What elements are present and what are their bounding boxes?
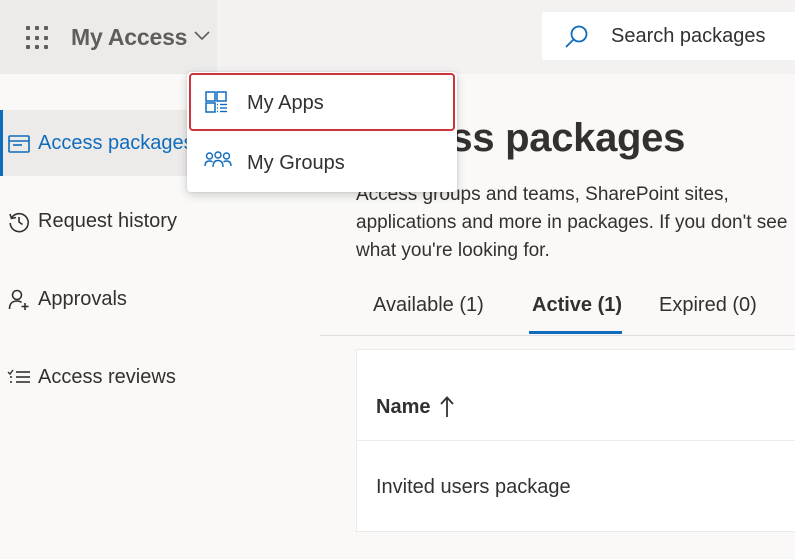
sidebar-item-label: Access packages bbox=[38, 132, 194, 154]
tab-bar: Available (1) Active (1) Expired (0) bbox=[320, 284, 795, 336]
history-icon bbox=[9, 212, 29, 233]
tab-expired[interactable]: Expired (0) bbox=[659, 294, 757, 317]
active-tab-indicator bbox=[529, 331, 622, 334]
apps-grid-icon bbox=[205, 91, 227, 113]
chevron-down-icon[interactable] bbox=[194, 30, 210, 42]
sidebar-item-access-reviews[interactable]: Access reviews bbox=[0, 344, 320, 410]
app-title[interactable]: My Access bbox=[71, 24, 187, 51]
tab-active[interactable]: Active (1) bbox=[532, 294, 622, 317]
divider bbox=[357, 440, 795, 441]
sidebar-item-request-history[interactable]: Request history bbox=[0, 188, 320, 254]
app-launcher-icon[interactable] bbox=[26, 26, 50, 50]
divider bbox=[320, 335, 795, 336]
menu-item-my-apps[interactable]: My Apps bbox=[189, 73, 455, 131]
top-bar: My Access Search packages bbox=[0, 0, 795, 74]
menu-item-label: My Apps bbox=[247, 92, 324, 114]
column-header-name[interactable]: Name bbox=[376, 396, 430, 419]
person-check-icon bbox=[8, 289, 29, 310]
packages-table: Name Invited users package bbox=[356, 349, 795, 532]
search-input[interactable]: Search packages bbox=[611, 25, 766, 48]
people-group-icon bbox=[204, 151, 232, 168]
sidebar-item-label: Request history bbox=[38, 210, 177, 232]
search-box[interactable]: Search packages bbox=[542, 12, 795, 60]
tab-available[interactable]: Available (1) bbox=[373, 294, 484, 317]
page-description: Access groups and teams, SharePoint site… bbox=[356, 184, 788, 261]
app-switcher[interactable]: My Access bbox=[0, 0, 217, 74]
search-icon bbox=[565, 25, 588, 48]
package-icon bbox=[8, 135, 30, 153]
arrow-up-icon[interactable] bbox=[439, 394, 455, 420]
sidebar-item-label: Approvals bbox=[38, 288, 127, 310]
table-row[interactable]: Invited users package bbox=[376, 476, 571, 499]
sidebar-item-approvals[interactable]: Approvals bbox=[0, 266, 320, 332]
sidebar-item-label: Access reviews bbox=[38, 366, 176, 388]
app-switcher-menu: My Apps My Groups bbox=[187, 72, 457, 192]
menu-item-my-groups[interactable]: My Groups bbox=[187, 134, 457, 192]
menu-item-label: My Groups bbox=[247, 152, 345, 174]
checklist-icon bbox=[7, 369, 30, 383]
